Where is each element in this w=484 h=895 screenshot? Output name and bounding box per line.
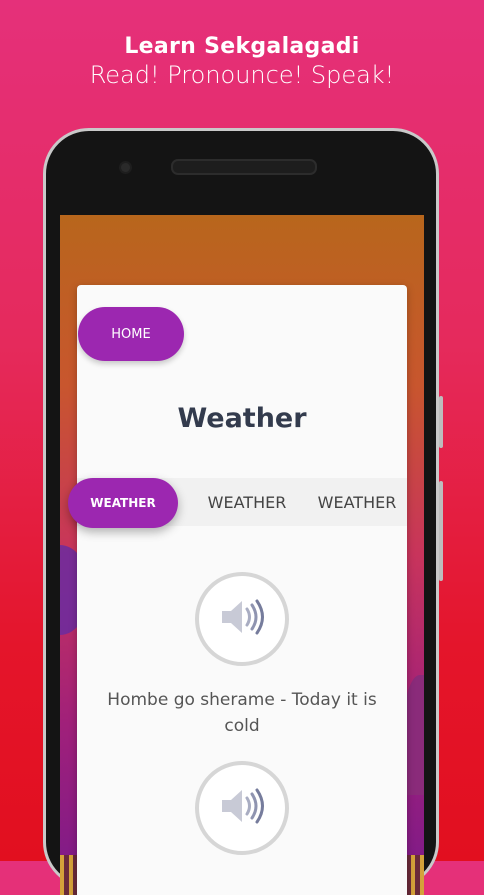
- home-button[interactable]: HOME: [78, 307, 184, 361]
- phone-side-button: [439, 396, 443, 448]
- tab-weather-2[interactable]: WEATHER: [199, 478, 295, 526]
- promo-subtitle: Read! Pronounce! Speak!: [89, 61, 395, 89]
- play-audio-button[interactable]: [195, 761, 289, 855]
- earpiece-speaker: [171, 159, 317, 175]
- content-card: HOME Weather WEATHER WEATHER WEATHER Hom…: [68, 285, 407, 895]
- tab-weather-active[interactable]: WEATHER: [68, 478, 178, 528]
- phone-frame: HOME Weather WEATHER WEATHER WEATHER Hom…: [43, 128, 443, 895]
- promo-title: Learn Sekgalagadi: [124, 34, 360, 59]
- phrase-text: Hombe go sherame - Today it is cold: [107, 690, 377, 736]
- page-title: Weather: [177, 403, 307, 434]
- tab-weather-3[interactable]: WEATHER: [307, 478, 407, 526]
- speaker-icon: [218, 597, 266, 642]
- background-decoration: [404, 675, 424, 795]
- camera-icon: [121, 163, 130, 172]
- speaker-icon: [218, 786, 266, 831]
- promo-header: Learn Sekgalagadi Read! Pronounce! Speak…: [0, 34, 484, 89]
- phone-volume-button: [439, 481, 443, 581]
- app-screen: HOME Weather WEATHER WEATHER WEATHER Hom…: [60, 215, 424, 895]
- play-audio-button[interactable]: [195, 572, 289, 666]
